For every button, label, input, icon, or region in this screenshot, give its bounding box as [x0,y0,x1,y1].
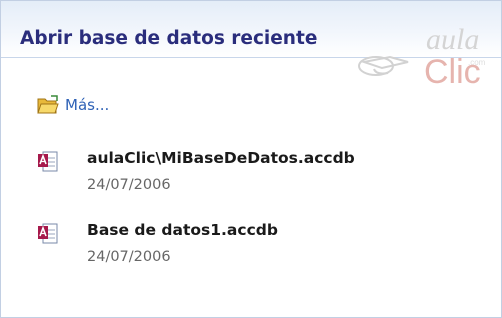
panel-title: Abrir base de datos reciente [20,28,318,49]
access-database-icon [38,223,58,244]
more-link-label[interactable]: Más... [65,96,109,114]
open-folder-icon [37,95,59,114]
recent-file-name: Base de datos1.accdb [87,221,278,239]
recent-file-item[interactable]: aulaClic\MiBaseDeDatos.accdb 24/07/2006 [37,149,477,201]
logo-text-clic: Clic [424,53,481,91]
recent-file-name: aulaClic\MiBaseDeDatos.accdb [87,149,355,167]
logo-text-aula: aula [426,23,479,56]
recent-file-date: 24/07/2006 [87,177,171,193]
aulaclic-logo: aula .com Clic [358,23,486,91]
more-files-link[interactable]: Más... [37,93,109,117]
recent-file-date: 24/07/2006 [87,249,171,265]
access-database-icon [38,151,58,172]
recent-file-item[interactable]: Base de datos1.accdb 24/07/2006 [37,221,477,273]
recent-databases-panel: Abrir base de datos reciente aula .com C… [0,0,502,318]
